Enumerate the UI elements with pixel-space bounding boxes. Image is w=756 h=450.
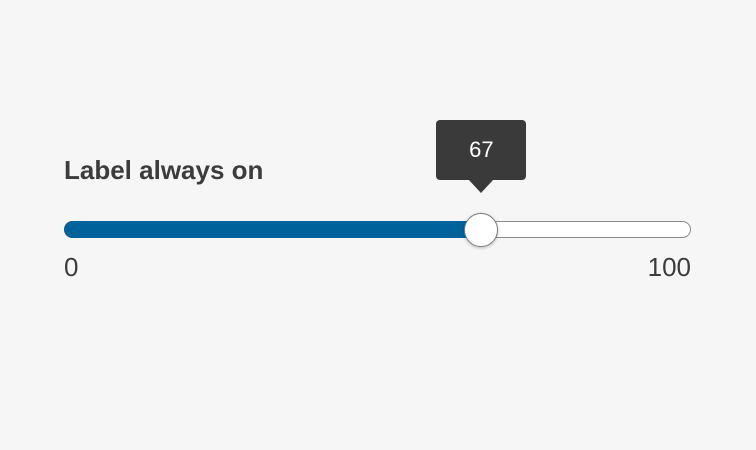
slider-track[interactable]: [64, 212, 691, 247]
value-tooltip: 67: [436, 120, 527, 193]
slider-demo: Label always on 67 0 100: [0, 0, 756, 450]
tooltip-value: 67: [469, 137, 494, 162]
tooltip-arrow: [468, 179, 495, 193]
slider-thumb[interactable]: [464, 212, 499, 247]
slider-max-label: 100: [647, 252, 691, 282]
slider-track-fill: [64, 221, 482, 238]
slider-min-label: 0: [64, 252, 79, 282]
slider-label: Label always on: [64, 155, 264, 185]
